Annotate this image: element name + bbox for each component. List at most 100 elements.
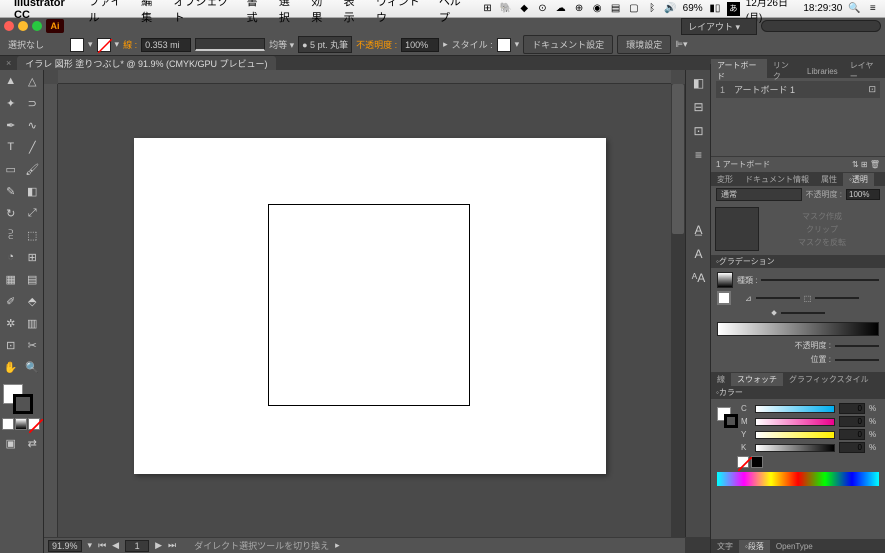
tab-opentype[interactable]: OpenType <box>770 541 819 552</box>
tab-transform[interactable]: 変形 <box>711 173 739 186</box>
k-slider[interactable] <box>755 444 835 452</box>
menu-type[interactable]: 書式 <box>247 0 267 25</box>
stroke-swatch[interactable] <box>97 38 111 52</box>
blend-tool[interactable]: ⬘ <box>22 290 44 312</box>
workspace-switcher[interactable]: レイアウト ▾ <box>681 18 757 35</box>
color-spectrum[interactable] <box>717 472 879 486</box>
dock-char-icon[interactable]: A̲ <box>687 218 710 241</box>
stroke-dd-arrow[interactable]: ▾ <box>115 39 120 50</box>
tab-libraries[interactable]: Libraries <box>801 66 844 77</box>
mask-clip-chk[interactable]: クリップ <box>806 224 838 235</box>
m-value[interactable] <box>839 416 865 427</box>
align-icon[interactable]: ⊫▾ <box>675 39 687 50</box>
menu-effect[interactable]: 効果 <box>311 0 331 25</box>
slice-tool[interactable]: ✂ <box>22 334 44 356</box>
screen-mode-normal[interactable]: ▣ <box>0 432 22 454</box>
stroke-profile[interactable] <box>195 38 265 51</box>
status-dd-arrow[interactable]: ▸ <box>335 540 340 551</box>
battery-pct[interactable]: 69% <box>683 3 703 14</box>
artboard-nav-field[interactable]: 1 <box>125 540 149 552</box>
screen-mode-toggle[interactable]: ⇄ <box>22 432 44 454</box>
vertical-ruler[interactable] <box>44 84 58 537</box>
window-zoom[interactable] <box>32 21 42 31</box>
menubar-time[interactable]: 18:29:30 <box>803 3 842 14</box>
status-icon-1[interactable]: ⊞ <box>481 2 493 16</box>
dropbox-icon[interactable]: ◆ <box>518 2 530 16</box>
line-tool[interactable]: ╱ <box>22 136 44 158</box>
dock-color-icon[interactable]: ◧ <box>687 71 710 94</box>
app-name[interactable]: Illustrator CC <box>14 0 78 21</box>
ime-icon[interactable]: あ <box>727 2 740 16</box>
evernote-icon[interactable]: 🐘 <box>500 2 512 16</box>
line-icon[interactable]: ◉ <box>591 2 603 16</box>
tab-docinfo[interactable]: ドキュメント情報 <box>739 173 815 186</box>
grad-stop-sw[interactable] <box>717 291 731 305</box>
dock-para-icon[interactable]: A <box>687 242 710 265</box>
mask-invert-chk[interactable]: マスクを反転 <box>798 237 846 248</box>
horizontal-ruler[interactable] <box>58 70 671 84</box>
menu-edit[interactable]: 編集 <box>141 0 161 25</box>
mask-preview[interactable] <box>715 207 759 251</box>
menu-object[interactable]: オブジェクト <box>174 0 235 25</box>
grad-angle-field[interactable] <box>756 297 800 299</box>
magic-wand-tool[interactable]: ✦ <box>0 92 22 114</box>
opacity-label[interactable]: 不透明度 : <box>356 38 397 51</box>
brush-dd[interactable]: ● 5 pt. 丸筆 <box>298 36 352 53</box>
zoom-tool[interactable]: 🔍 <box>22 356 44 378</box>
grad-pos-field[interactable] <box>835 359 879 361</box>
free-transform-tool[interactable]: ⬚ <box>22 224 44 246</box>
artboard-nav-prev[interactable]: ◀ <box>112 540 119 551</box>
tab-stroke[interactable]: 線 <box>711 373 731 386</box>
artboard-reorder-icon[interactable]: ⇅ <box>852 160 859 169</box>
none-mode[interactable] <box>28 418 40 430</box>
style-dd-arrow[interactable]: ▾ <box>515 39 520 50</box>
status-icon-5[interactable]: ▤ <box>609 2 621 16</box>
artboard-delete-icon[interactable]: 🗑 <box>870 160 880 169</box>
window-minimize[interactable] <box>18 21 28 31</box>
shaper-tool[interactable]: ✎ <box>0 180 22 202</box>
lasso-tool[interactable]: ⊃ <box>22 92 44 114</box>
fill-swatch[interactable] <box>70 38 84 52</box>
grad-slider-field[interactable] <box>781 312 825 314</box>
gradient-ramp[interactable] <box>717 322 879 336</box>
direct-selection-tool[interactable]: △ <box>22 70 44 92</box>
artboard[interactable] <box>134 138 606 474</box>
opacity-dd-arrow[interactable]: ▸ <box>443 39 448 50</box>
dock-brushes-icon[interactable]: ⊟ <box>687 95 710 118</box>
uniform-label[interactable]: 均等 ▾ <box>269 38 294 51</box>
prefs-button[interactable]: 環境設定 <box>617 35 671 54</box>
canvas[interactable] <box>58 84 671 537</box>
artboard-tool[interactable]: ⊡ <box>0 334 22 356</box>
mask-make-btn[interactable]: マスク作成 <box>802 211 842 222</box>
status-icon-2[interactable]: ⊙ <box>536 2 548 16</box>
color-mode[interactable] <box>2 418 14 430</box>
none-swatch[interactable] <box>737 456 749 468</box>
status-icon-4[interactable]: ⊕ <box>573 2 585 16</box>
stroke-label[interactable]: 線 : <box>123 38 137 51</box>
zoom-field[interactable]: 91.9% <box>48 540 82 552</box>
stroke-width-field[interactable] <box>141 38 191 52</box>
tab-graphic-styles[interactable]: グラフィックスタイル <box>783 373 875 386</box>
menu-window[interactable]: ウィンドウ <box>376 0 427 25</box>
rectangle-tool[interactable]: ▭ <box>0 158 22 180</box>
trans-opacity-field[interactable] <box>846 189 880 200</box>
tab-character[interactable]: 文字 <box>711 540 739 553</box>
k-value[interactable] <box>839 442 865 453</box>
bluetooth-icon[interactable]: ᛒ <box>646 2 658 16</box>
artboard-nav-first[interactable]: ⏮ <box>98 540 106 551</box>
grad-opacity-field[interactable] <box>835 345 879 347</box>
gradient-panel-title[interactable]: ◦グラデーション <box>711 255 885 268</box>
pen-tool[interactable]: ✒ <box>0 114 22 136</box>
volume-icon[interactable]: 🔊 <box>664 2 676 16</box>
blend-mode-dd[interactable]: 通常 <box>716 188 802 201</box>
stroke-indicator[interactable] <box>13 394 33 414</box>
type-tool[interactable]: T <box>0 136 22 158</box>
doc-setup-button[interactable]: ドキュメント設定 <box>523 35 613 54</box>
c-value[interactable] <box>839 403 865 414</box>
menu-view[interactable]: 表示 <box>344 0 364 25</box>
y-slider[interactable] <box>755 431 835 439</box>
width-tool[interactable]: ⫔ <box>0 224 22 246</box>
close-tab[interactable]: × <box>0 58 17 68</box>
artboard-new-icon[interactable]: ⊞ <box>861 160 868 169</box>
scale-tool[interactable]: ⤢ <box>22 202 44 224</box>
